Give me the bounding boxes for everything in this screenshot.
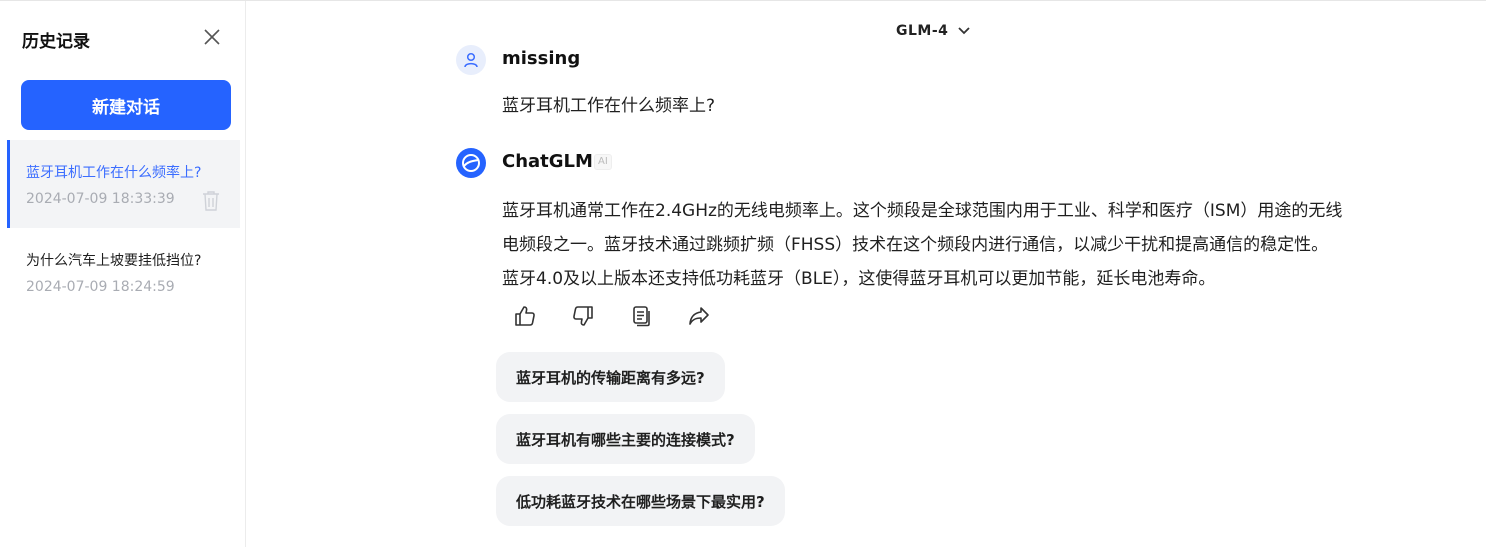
history-item-title: 蓝牙耳机工作在什么频率上? (26, 165, 202, 181)
ai-badge: AI (594, 154, 612, 170)
chatglm-logo-icon (462, 154, 480, 172)
bot-message-line: 电频段之一。蓝牙技术通过跳频扩频（FHSS）技术在这个频段内进行通信，以减少干扰… (502, 235, 1329, 255)
suggestion-chip[interactable]: 蓝牙耳机的传输距离有多远? (496, 352, 725, 402)
bot-message-line: 蓝牙耳机通常工作在2.4GHz的无线电频率上。这个频段是全球范围内用于工业、科学… (502, 201, 1343, 221)
bot-message-line: 蓝牙4.0及以上版本还支持低功耗蓝牙（BLE），这使得蓝牙耳机可以更加节能，延长… (502, 269, 1216, 289)
history-sidebar: 历史记录 新建对话 蓝牙耳机工作在什么频率上? 2024-07-09 18:33… (0, 1, 246, 547)
thumbs-down-icon (573, 306, 593, 326)
close-icon (204, 29, 220, 45)
user-message-text: 蓝牙耳机工作在什么频率上? (502, 96, 716, 116)
thumbs-up-icon (515, 306, 535, 326)
history-item-title: 为什么汽车上坡要挂低挡位? (26, 253, 202, 269)
history-item-time: 2024-07-09 18:24:59 (26, 279, 175, 295)
share-icon (689, 307, 709, 325)
history-item[interactable]: 为什么汽车上坡要挂低挡位? 2024-07-09 18:24:59 (7, 228, 240, 316)
user-icon (464, 52, 478, 68)
chevron-down-icon (958, 27, 971, 35)
model-name: GLM-4 (896, 23, 949, 39)
new-chat-button[interactable]: 新建对话 (21, 80, 231, 130)
dislike-button[interactable] (570, 303, 596, 329)
suggestion-chip[interactable]: 低功耗蓝牙技术在哪些场景下最实用? (496, 476, 785, 526)
user-avatar (456, 45, 486, 75)
message-actions (512, 303, 712, 329)
history-item-time: 2024-07-09 18:33:39 (26, 191, 175, 207)
bot-name: ChatGLM (502, 151, 593, 172)
copy-button[interactable] (628, 303, 654, 329)
close-sidebar-button[interactable] (200, 25, 224, 49)
trash-icon (203, 191, 219, 211)
history-item[interactable]: 蓝牙耳机工作在什么频率上? 2024-07-09 18:33:39 (7, 140, 240, 228)
share-button[interactable] (686, 303, 712, 329)
delete-history-button[interactable] (201, 190, 221, 212)
bot-message-text: 蓝牙耳机通常工作在2.4GHz的无线电频率上。这个频段是全球范围内用于工业、科学… (502, 194, 1432, 296)
copy-icon (633, 306, 650, 327)
user-name: missing (502, 48, 581, 69)
model-selector[interactable]: GLM-4 (896, 21, 971, 41)
sidebar-title: 历史记录 (22, 32, 90, 52)
like-button[interactable] (512, 303, 538, 329)
chatglm-avatar (456, 148, 486, 178)
suggestion-chip[interactable]: 蓝牙耳机有哪些主要的连接模式? (496, 414, 755, 464)
